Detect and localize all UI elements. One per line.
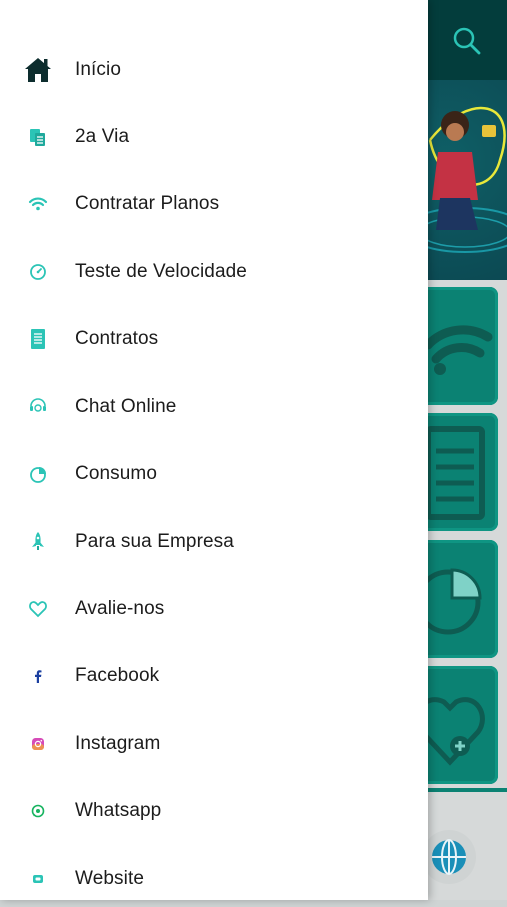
menu-item-label: Facebook — [75, 665, 160, 686]
rocket-icon — [22, 526, 54, 558]
home-icon — [22, 54, 54, 86]
website-icon — [22, 863, 54, 895]
menu-item-label: Website — [75, 868, 144, 889]
menu-item-teste-velocidade[interactable]: Teste de Velocidade — [0, 244, 428, 300]
chat-icon — [22, 391, 54, 423]
pie-chart-icon — [22, 458, 54, 490]
menu-item-label: Início — [75, 59, 122, 80]
menu-item-avalie-nos[interactable]: Avalie-nos — [0, 581, 428, 637]
whatsapp-icon — [22, 795, 54, 827]
menu-item-label: Para sua Empresa — [75, 531, 234, 552]
menu-item-inicio[interactable]: Início — [0, 42, 428, 98]
invoice-copy-icon — [22, 121, 54, 153]
menu-item-label: Consumo — [75, 463, 158, 484]
menu-item-facebook[interactable]: Facebook — [0, 648, 428, 704]
menu-item-contratar-planos[interactable]: Contratar Planos — [0, 176, 428, 232]
heart-icon — [22, 593, 54, 625]
facebook-icon — [22, 660, 54, 692]
menu-item-chat-online[interactable]: Chat Online — [0, 379, 428, 435]
menu-item-label: Avalie-nos — [75, 598, 165, 619]
menu-item-contratos[interactable]: Contratos — [0, 311, 428, 367]
menu-item-consumo[interactable]: Consumo — [0, 446, 428, 502]
document-icon — [22, 323, 54, 355]
menu-item-2a-via[interactable]: 2a Via — [0, 109, 428, 165]
wifi-icon — [22, 188, 54, 220]
menu-item-label: 2a Via — [75, 126, 130, 147]
instagram-icon — [22, 728, 54, 760]
menu-item-whatsapp[interactable]: Whatsapp — [0, 783, 428, 839]
menu-item-instagram[interactable]: Instagram — [0, 716, 428, 772]
menu-item-website[interactable]: Website — [0, 851, 428, 907]
menu-item-label: Instagram — [75, 733, 161, 754]
menu-item-label: Chat Online — [75, 396, 177, 417]
menu-item-label: Contratar Planos — [75, 193, 220, 214]
menu-item-label: Teste de Velocidade — [75, 261, 247, 282]
menu-item-label: Contratos — [75, 328, 159, 349]
navigation-drawer: Início 2a Via Contratar Planos Teste de … — [0, 0, 428, 900]
menu-item-label: Whatsapp — [75, 800, 162, 821]
speedometer-icon — [22, 256, 54, 288]
menu-item-para-sua-empresa[interactable]: Para sua Empresa — [0, 514, 428, 570]
